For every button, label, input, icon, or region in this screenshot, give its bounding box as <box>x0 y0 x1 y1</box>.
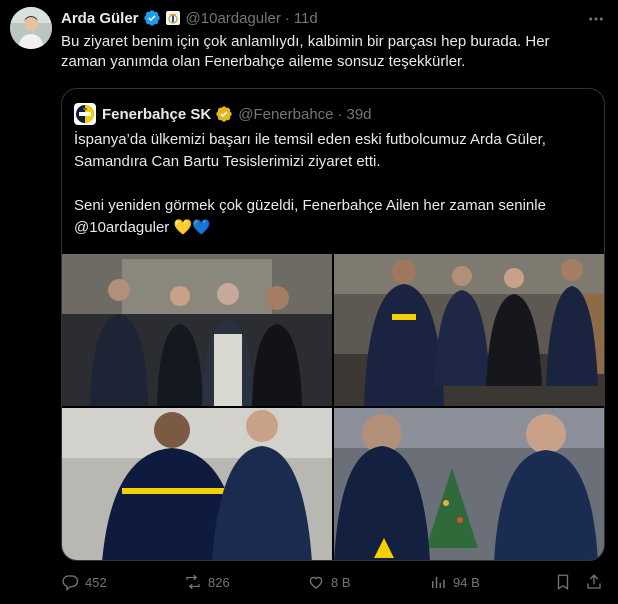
author-name[interactable]: Arda Güler <box>61 10 139 27</box>
heart-emojis: 💛💙 <box>173 219 211 236</box>
photo-3[interactable] <box>62 408 332 560</box>
verified-badge-icon <box>143 9 161 27</box>
quoted-tweet[interactable]: Fenerbahçe SK @Fenerbahce · 39d İspanya’… <box>61 88 605 561</box>
share-button[interactable] <box>585 572 603 592</box>
bookmark-icon <box>554 573 572 591</box>
gold-verified-badge-icon <box>215 105 233 123</box>
more-icon[interactable] <box>586 9 606 29</box>
repost-icon <box>184 573 202 591</box>
quote-mention-link[interactable]: @10ardaguler <box>74 219 169 236</box>
quote-author-handle[interactable]: @Fenerbahce <box>238 106 333 123</box>
tweet-text: Bu ziyaret benim için çok anlamlıydı, ka… <box>61 33 550 70</box>
views-button[interactable]: 94 B <box>429 572 480 592</box>
tweet[interactable]: Arda Güler @10ardaguler · 11d Bu ziyaret… <box>0 0 618 604</box>
repost-count: 826 <box>208 574 230 590</box>
quote-text-paragraph-1: İspanya’da ülkemizi başarı ile temsil ed… <box>74 131 546 170</box>
photo-2[interactable] <box>334 254 604 406</box>
bookmark-button[interactable] <box>554 572 572 592</box>
fenerbahce-logo <box>74 103 96 125</box>
quote-author-name[interactable]: Fenerbahçe SK <box>102 106 211 123</box>
real-madrid-affiliate-icon[interactable] <box>165 10 181 26</box>
like-icon <box>307 573 325 591</box>
views-icon <box>429 573 447 591</box>
photo-4[interactable] <box>334 408 604 560</box>
views-count: 94 B <box>453 574 480 590</box>
quote-separator-dot: · <box>337 105 343 123</box>
reply-button[interactable]: 452 <box>61 572 107 592</box>
photo-grid <box>62 254 604 560</box>
separator-dot: · <box>284 9 290 27</box>
share-icon <box>585 573 603 591</box>
author-handle[interactable]: @10ardaguler <box>186 10 281 27</box>
quote-time[interactable]: 39d <box>347 106 372 123</box>
author-avatar[interactable] <box>10 7 52 49</box>
quote-text: İspanya’da ülkemizi başarı ile temsil ed… <box>74 129 594 239</box>
tweet-time[interactable]: 11d <box>294 10 318 27</box>
like-button[interactable]: 8 B <box>307 572 351 592</box>
reply-icon <box>61 573 79 591</box>
photo-1[interactable] <box>62 254 332 406</box>
like-count: 8 B <box>331 574 351 590</box>
repost-button[interactable]: 826 <box>184 572 230 592</box>
reply-count: 452 <box>85 574 107 590</box>
action-bar: 452 826 8 B 94 B <box>61 572 606 592</box>
quote-text-paragraph-2: Seni yeniden görmek çok güzeldi, Fenerba… <box>74 197 546 214</box>
